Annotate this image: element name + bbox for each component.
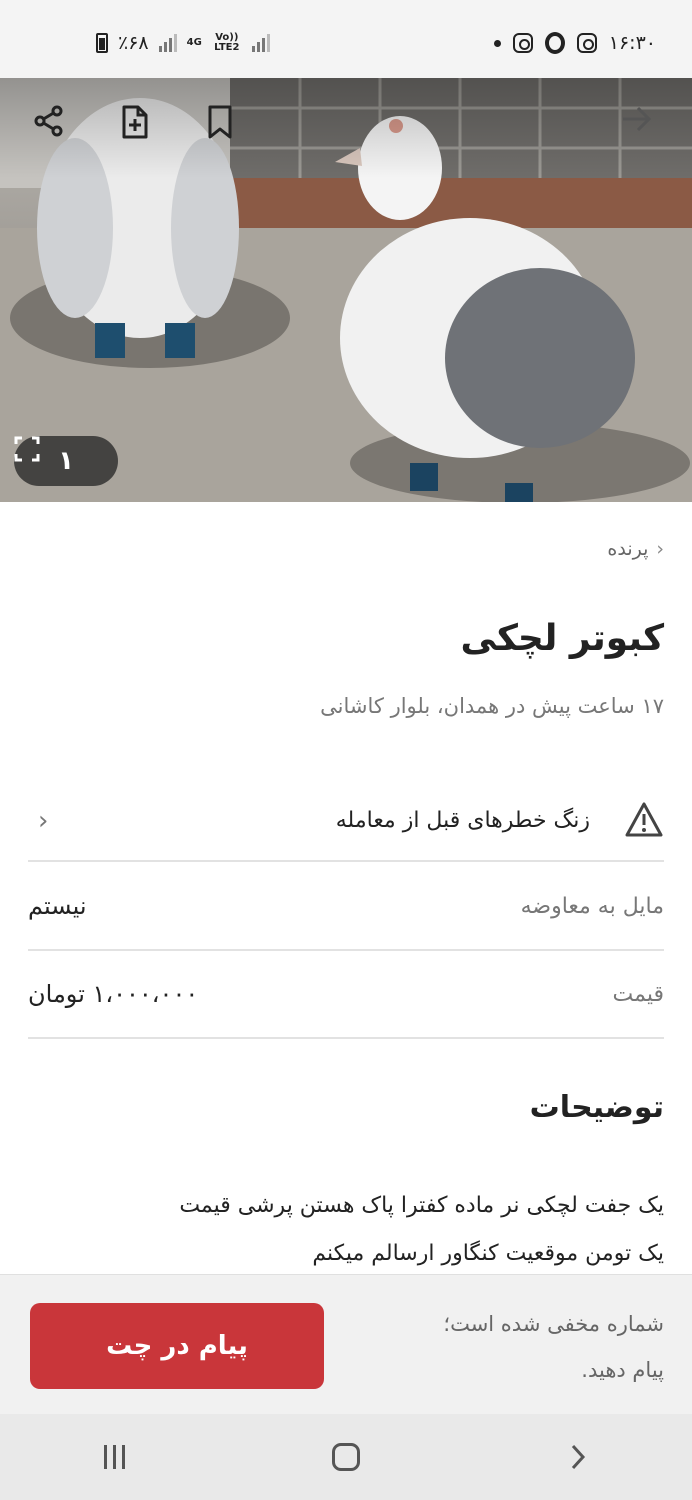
price-value: ۱،۰۰۰،۰۰۰ تومان [28, 980, 199, 1008]
breadcrumb-category[interactable]: پرنده [607, 538, 648, 560]
back-arrow-icon [623, 106, 652, 132]
breadcrumb[interactable]: ‹ پرنده [607, 538, 664, 560]
hidden-note-line: پیام دهید. [581, 1358, 664, 1382]
share-button[interactable] [32, 104, 72, 144]
signal-icon [158, 34, 177, 52]
exchange-label: مایل به معاوضه [520, 893, 664, 919]
status-right: ۱۶:۳۰ [493, 32, 656, 54]
signal-icon-2 [251, 34, 270, 52]
exchange-value: نیستم [28, 892, 87, 920]
risk-warning-label: زنگ خطرهای قبل از معامله [335, 807, 590, 833]
price-label: قیمت [612, 981, 664, 1007]
risk-warning-row[interactable]: زنگ خطرهای قبل از معامله ‹ [28, 778, 664, 862]
add-note-button[interactable] [118, 104, 158, 144]
share-icon [34, 105, 63, 137]
description-line: یک جفت لچکی نر ماده کفترا پاک هستن پرشی … [179, 1193, 664, 1218]
add-note-icon [122, 105, 148, 139]
notification-dot-icon [493, 39, 501, 47]
description-title: توضیحات [529, 1090, 664, 1125]
image-counter[interactable]: ۱ [14, 436, 118, 486]
chevron-left-icon: ‹ [38, 806, 49, 836]
photo-top-gradient [0, 78, 692, 178]
battery-icon [96, 33, 108, 53]
hidden-number-note: شماره مخفی شده است؛ پیام دهید. [364, 1301, 664, 1393]
listing-subtitle: ۱۷ ساعت پیش در همدان، بلوار کاشانی [320, 694, 664, 718]
description-line: یک تومن موقعیت کنگاور ارسالم میکنم [312, 1241, 664, 1266]
volte-indicator: Vo)) LTE2 [214, 32, 240, 53]
back-nav-icon[interactable] [567, 1442, 589, 1472]
system-nav-bar [0, 1414, 692, 1500]
instagram-icon-2 [576, 33, 597, 53]
description-text: یک جفت لچکی نر ماده کفترا پاک هستن پرشی … [28, 1182, 664, 1278]
image-count: ۱ [58, 446, 74, 476]
divider [28, 1037, 664, 1039]
listing-title: کبوتر لچکی [460, 618, 664, 659]
back-button[interactable] [620, 104, 660, 144]
status-left: ٪۶۸ 4G Vo)) LTE2 [96, 32, 270, 54]
opera-icon [544, 32, 565, 54]
chevron-left-icon: ‹ [656, 538, 664, 560]
bookmark-button[interactable] [205, 104, 245, 144]
listing-photo[interactable]: ۱ [0, 78, 692, 502]
home-icon[interactable] [331, 1443, 360, 1471]
recents-icon[interactable] [103, 1445, 125, 1469]
network-type: 4G [186, 37, 202, 48]
exchange-row: مایل به معاوضه نیستم [28, 862, 664, 950]
clock: ۱۶:۳۰ [608, 32, 656, 54]
price-row: قیمت ۱،۰۰۰،۰۰۰ تومان [28, 950, 664, 1038]
bookmark-icon [208, 105, 232, 139]
fullscreen-icon [14, 436, 40, 462]
hidden-note-line: شماره مخفی شده است؛ [443, 1312, 664, 1336]
status-bar: ٪۶۸ 4G Vo)) LTE2 ۱۶:۳۰ [0, 0, 692, 78]
instagram-icon [512, 33, 533, 53]
contact-action-bar: شماره مخفی شده است؛ پیام دهید. پیام در چ… [0, 1274, 692, 1414]
warning-icon [625, 802, 663, 837]
battery-percent: ٪۶۸ [118, 32, 149, 54]
chat-message-button[interactable]: پیام در چت [30, 1303, 324, 1389]
